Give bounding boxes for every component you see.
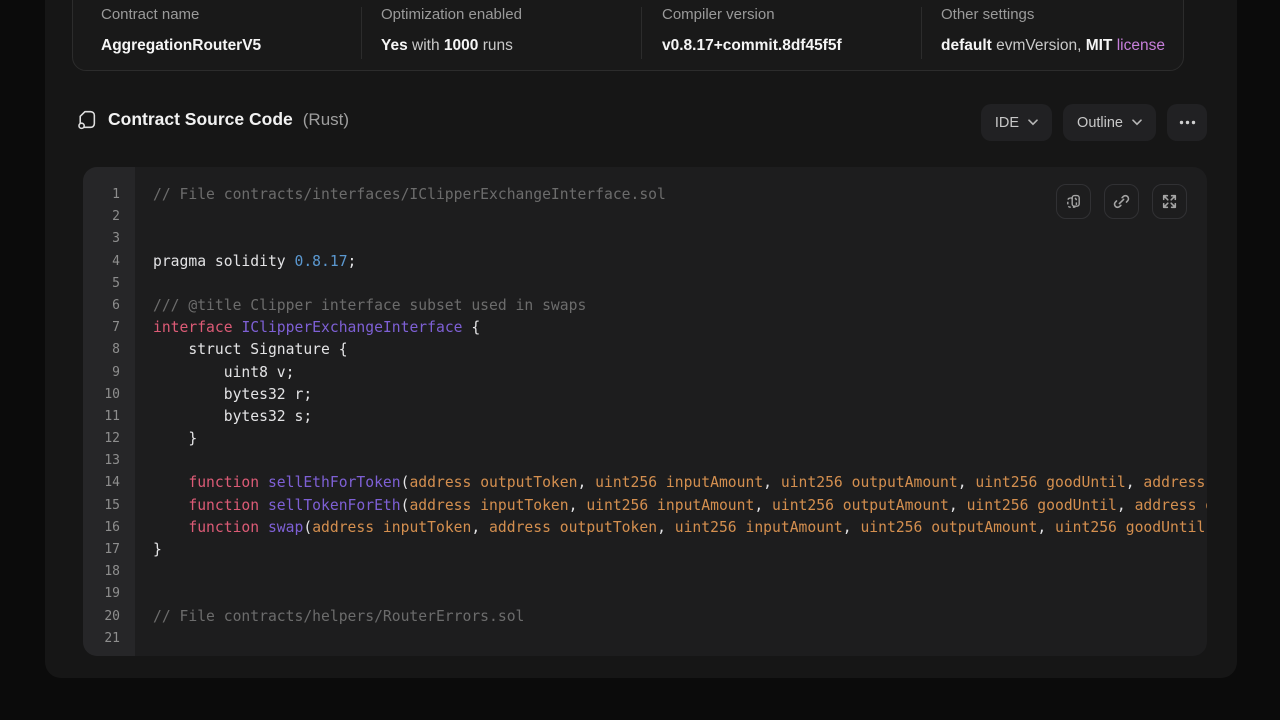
code-line: function sellTokenForEth(address inputTo… — [153, 495, 1207, 517]
section-title: Contract Source Code — [108, 109, 293, 130]
line-number: 19 — [83, 583, 135, 605]
code-line — [153, 561, 1207, 583]
line-number: 8 — [83, 339, 135, 361]
meta-value-text: AggregationRouterV5 — [101, 37, 261, 54]
line-number: 3 — [83, 228, 135, 250]
meta-field: Compiler version v0.8.17+commit.8df45f5f — [662, 5, 842, 55]
code-line — [153, 228, 1207, 250]
meta-divider — [361, 7, 362, 59]
line-number: 5 — [83, 273, 135, 295]
outline-dropdown-button[interactable]: Outline — [1063, 104, 1156, 141]
chevron-down-icon — [1028, 119, 1038, 126]
meta-value-text: with — [408, 37, 444, 54]
code-line: struct Signature { — [153, 339, 1207, 361]
ide-dropdown-button[interactable]: IDE — [981, 104, 1052, 141]
line-number: 7 — [83, 317, 135, 339]
code-line: interface IClipperExchangeInterface { — [153, 317, 1207, 339]
meta-field-value: v0.8.17+commit.8df45f5f — [662, 36, 842, 55]
code-line: bytes32 r; — [153, 384, 1207, 406]
code-line — [153, 628, 1207, 650]
ellipsis-icon — [1179, 120, 1196, 125]
meta-field: Other settings default evmVersion, MIT li… — [941, 5, 1165, 55]
code-line: // File contracts/interfaces/IClipperExc… — [153, 184, 1207, 206]
meta-field: Optimization enabled Yes with 1000 runs — [381, 5, 522, 55]
line-number: 4 — [83, 251, 135, 273]
copy-code-button[interactable] — [1056, 184, 1091, 219]
section-header: Contract Source Code (Rust) — [75, 108, 349, 131]
line-number: 14 — [83, 472, 135, 494]
license-link[interactable]: license — [1117, 37, 1165, 54]
meta-divider — [921, 7, 922, 59]
code-line — [153, 273, 1207, 295]
code-line: /// @title Clipper interface subset used… — [153, 295, 1207, 317]
code-line — [153, 450, 1207, 472]
outline-dropdown-label: Outline — [1077, 115, 1123, 131]
code-line: uint8 v; — [153, 362, 1207, 384]
meta-value-text: evmVersion, — [992, 37, 1086, 54]
line-number: 17 — [83, 539, 135, 561]
source-code-viewer: 123456789101112131415161718192021 // Fil… — [83, 167, 1207, 656]
line-number: 13 — [83, 450, 135, 472]
expand-icon — [1160, 192, 1179, 211]
ide-dropdown-label: IDE — [995, 115, 1019, 131]
section-language-label: (Rust) — [303, 110, 349, 130]
meta-field-label: Optimization enabled — [381, 5, 522, 24]
line-number: 2 — [83, 206, 135, 228]
file-code-icon — [75, 108, 98, 131]
meta-field-label: Other settings — [941, 5, 1165, 24]
permalink-button[interactable] — [1104, 184, 1139, 219]
meta-value-text: v0.8.17+commit.8df45f5f — [662, 37, 842, 54]
meta-field: Contract name AggregationRouterV5 — [101, 5, 261, 55]
meta-field-label: Contract name — [101, 5, 261, 24]
more-options-button[interactable] — [1167, 104, 1207, 141]
code-line: pragma solidity 0.8.17; — [153, 251, 1207, 273]
code-line: function swap(address inputToken, addres… — [153, 517, 1207, 539]
code-line: } — [153, 428, 1207, 450]
line-number: 18 — [83, 561, 135, 583]
code-line: function sellEthForToken(address outputT… — [153, 472, 1207, 494]
meta-field-label: Compiler version — [662, 5, 842, 24]
line-number: 16 — [83, 517, 135, 539]
line-number: 21 — [83, 628, 135, 650]
line-number: 12 — [83, 428, 135, 450]
contract-panel: Contract name AggregationRouterV5 Optimiza… — [45, 0, 1237, 678]
expand-fullscreen-button[interactable] — [1152, 184, 1187, 219]
line-number: 1 — [83, 184, 135, 206]
meta-value-text: MIT — [1086, 37, 1113, 54]
link-icon — [1112, 192, 1131, 211]
chevron-down-icon — [1132, 119, 1142, 126]
code-line: // File contracts/helpers/RouterErrors.s… — [153, 606, 1207, 628]
meta-value-text: Yes — [381, 37, 408, 54]
line-number: 6 — [83, 295, 135, 317]
code-area[interactable]: // File contracts/interfaces/IClipperExc… — [135, 167, 1207, 656]
line-number: 9 — [83, 362, 135, 384]
contract-meta-card: Contract name AggregationRouterV5 Optimiza… — [72, 0, 1184, 71]
line-number: 11 — [83, 406, 135, 428]
line-number: 15 — [83, 495, 135, 517]
code-line: bytes32 s; — [153, 406, 1207, 428]
code-line — [153, 206, 1207, 228]
line-number: 20 — [83, 606, 135, 628]
meta-divider — [641, 7, 642, 59]
line-number-gutter: 123456789101112131415161718192021 — [83, 167, 135, 656]
meta-field-value: default evmVersion, MIT license — [941, 36, 1165, 55]
meta-value-text: runs — [478, 37, 512, 54]
code-line: } — [153, 539, 1207, 561]
code-line — [153, 583, 1207, 605]
meta-field-value: Yes with 1000 runs — [381, 36, 522, 55]
copy-icon — [1064, 192, 1083, 211]
line-number: 10 — [83, 384, 135, 406]
meta-value-text: 1000 — [444, 37, 478, 54]
meta-field-value: AggregationRouterV5 — [101, 36, 261, 55]
meta-value-text: default — [941, 37, 992, 54]
